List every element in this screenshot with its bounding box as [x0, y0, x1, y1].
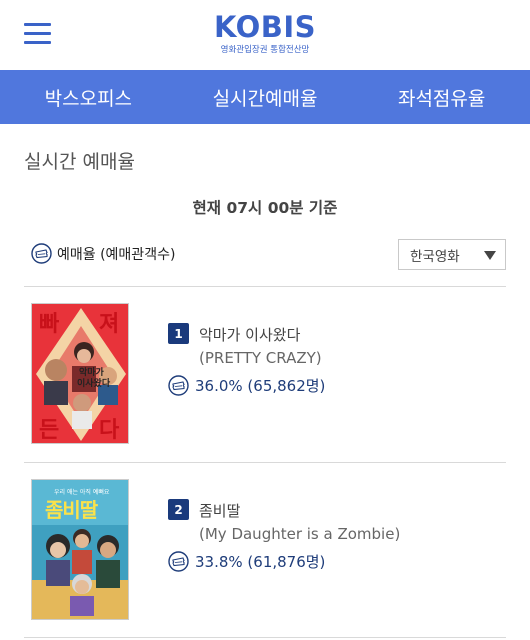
divider [24, 637, 506, 638]
poster-text: 다 [99, 418, 120, 443]
main-nav: 박스오피스 실시간예매율 좌석점유율 [0, 70, 530, 124]
logo-title: KOBIS [213, 10, 317, 44]
reservation-rate: 33.8% (61,876명) [168, 551, 325, 572]
rank-badge: 2 [168, 499, 189, 520]
movie-type-select[interactable]: 한국영화 [398, 239, 506, 270]
movie-subtitle: (PRETTY CRAZY) [199, 349, 322, 367]
page-title: 실시간 예매율 [24, 151, 135, 173]
logo[interactable]: KOBIS 영화관입장권 통합전산망 [0, 10, 530, 56]
movie-type-selected: 한국영화 [410, 248, 460, 265]
logo-subtitle: 영화관입장권 통합전산망 [220, 45, 310, 55]
poster-text: 든 [39, 418, 60, 443]
movie-title[interactable]: 좀비딸 [199, 500, 240, 521]
ticket-icon [168, 551, 189, 572]
nav-item-boxoffice[interactable]: 박스오피스 [0, 70, 177, 124]
movie-subtitle: (My Daughter is a Zombie) [199, 525, 401, 543]
header: KOBIS 영화관입장권 통합전산망 [0, 0, 530, 70]
rate-text: 36.0% (65,862명) [195, 377, 326, 395]
poster-text: 좀비딸 [45, 498, 98, 522]
movie-poster[interactable]: 악마가 이사왔다 빠 져 든 다 [31, 303, 129, 444]
legend: 예매율 (예매관객수) [31, 243, 175, 264]
reservation-rate: 36.0% (65,862명) [168, 375, 325, 396]
divider [24, 462, 506, 463]
rank-badge: 1 [168, 323, 189, 344]
movie-poster[interactable]: 우리 애는 아직 예뻐요 좀비딸 [31, 479, 129, 620]
nav-item-realtime-reservation[interactable]: 실시간예매율 [177, 70, 354, 124]
time-label: 현재 07시 00분 기준 [192, 199, 338, 217]
ticket-icon [31, 243, 52, 264]
rate-text: 33.8% (61,876명) [195, 553, 326, 571]
poster-text: 져 [99, 312, 120, 337]
movie-title[interactable]: 악마가 이사왔다 [199, 324, 300, 345]
poster-text: 빠 [39, 312, 60, 337]
chevron-down-icon [484, 251, 496, 260]
svg-text:악마가: 악마가 [79, 366, 105, 378]
ticket-icon [168, 375, 189, 396]
legend-label: 예매율 (예매관객수) [57, 246, 176, 263]
nav-item-seat-occupancy[interactable]: 좌석점유율 [353, 70, 530, 124]
divider [24, 286, 506, 287]
svg-text:이사왔다: 이사왔다 [77, 377, 111, 389]
